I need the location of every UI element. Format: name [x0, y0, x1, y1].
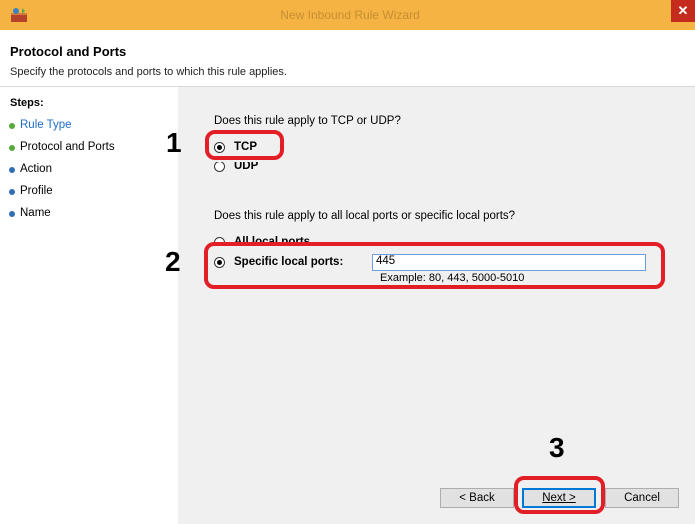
- step-status-icon: [9, 189, 15, 195]
- ports-question: Does this rule apply to all local ports …: [214, 210, 516, 222]
- back-button[interactable]: < Back: [440, 488, 514, 508]
- step-label: Name: [20, 207, 51, 219]
- callout-highlight-next: [514, 476, 605, 514]
- step-status-icon: [9, 123, 15, 129]
- cancel-label: Cancel: [624, 492, 660, 504]
- protocol-question: Does this rule apply to TCP or UDP?: [214, 115, 401, 127]
- step-label: Rule Type: [20, 119, 72, 131]
- title-bar: New Inbound Rule Wizard ✕: [0, 0, 695, 30]
- callout-number-1: 1: [166, 127, 182, 158]
- firewall-app-icon: [11, 8, 27, 22]
- callout-highlight-tcp: [205, 130, 284, 160]
- steps-pane: Steps: Rule Type Protocol and Ports Acti…: [0, 87, 178, 524]
- step-label: Profile: [20, 185, 53, 197]
- page-title: Protocol and Ports: [10, 44, 127, 59]
- window-title: New Inbound Rule Wizard: [280, 8, 420, 22]
- step-name[interactable]: Name: [9, 207, 51, 219]
- step-label: Protocol and Ports: [20, 141, 115, 153]
- close-button[interactable]: ✕: [671, 0, 695, 22]
- udp-radio[interactable]: [214, 161, 225, 172]
- callout-number-2: 2: [165, 246, 181, 277]
- step-status-icon: [9, 211, 15, 217]
- back-label: < Back: [459, 492, 495, 504]
- step-protocol-and-ports[interactable]: Protocol and Ports: [9, 141, 115, 153]
- cancel-button[interactable]: Cancel: [605, 488, 679, 508]
- callout-number-3: 3: [549, 432, 565, 463]
- steps-label: Steps:: [10, 97, 44, 109]
- step-action[interactable]: Action: [9, 163, 52, 175]
- step-status-icon: [9, 167, 15, 173]
- step-label: Action: [20, 163, 52, 175]
- page-subtitle: Specify the protocols and ports to which…: [10, 66, 287, 78]
- step-status-icon: [9, 145, 15, 151]
- callout-highlight-ports: [204, 242, 665, 289]
- step-rule-type[interactable]: Rule Type: [9, 119, 72, 131]
- wizard-header: Protocol and Ports Specify the protocols…: [0, 30, 695, 87]
- step-profile[interactable]: Profile: [9, 185, 53, 197]
